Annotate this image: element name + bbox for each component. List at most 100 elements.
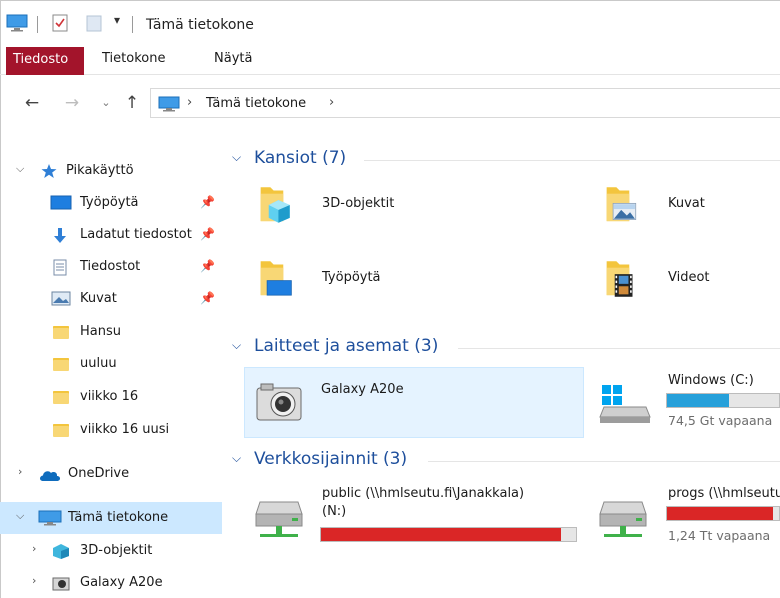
breadcrumb-chevron-icon[interactable]: ›	[329, 95, 334, 110]
3d-objects-folder-icon	[260, 187, 290, 223]
nav-item-folder[interactable]: viikko 16 uusi	[0, 414, 222, 446]
nav-item-pictures[interactable]: Kuvat 📌	[0, 283, 222, 315]
folder-name: Kuvat	[668, 196, 705, 211]
folder-icon	[53, 358, 69, 371]
nav-item-3d-objects[interactable]: › 3D-objektit	[0, 535, 222, 567]
nav-this-pc[interactable]: ⌵ Tämä tietokone	[0, 502, 222, 534]
nav-item-label: viikko 16	[80, 389, 139, 404]
camera-icon	[256, 383, 302, 421]
folder-tile-desktop[interactable]: Työpöytä	[246, 256, 546, 316]
nav-quick-access-label: Pikakäyttö	[66, 163, 134, 178]
folder-tile-3d-objects[interactable]: 3D-objektit	[246, 182, 546, 242]
network-tile-public[interactable]: public (\\hmlseutu.fi\Janakkala) (N:)	[244, 480, 584, 556]
nav-item-label: Tiedostot	[80, 259, 141, 274]
ribbon-tabs: Tiedosto Tietokone Näytä	[0, 41, 780, 75]
nav-item-label: Ladatut tiedostot	[80, 227, 192, 242]
group-divider	[364, 160, 780, 161]
drive-capacity-bar	[320, 527, 577, 542]
nav-item-folder[interactable]: uuluu	[0, 348, 222, 380]
nav-item-documents[interactable]: Tiedostot 📌	[0, 251, 222, 283]
nav-item-folder[interactable]: viikko 16	[0, 381, 222, 413]
quick-access-separator	[37, 16, 38, 33]
nav-item-downloads[interactable]: Ladatut tiedostot 📌	[0, 219, 222, 251]
recent-chevron-icon[interactable]: ⌄	[96, 93, 116, 113]
drive-name: Windows (C:)	[668, 373, 754, 388]
pin-icon[interactable]: 📌	[200, 291, 215, 305]
network-tile-progs[interactable]: progs (\\hmlseutu.fi 1,24 Tt vapaana	[592, 480, 780, 556]
drive-tile-windows[interactable]: Windows (C:) 74,5 Gt vapaana	[592, 367, 780, 438]
nav-quick-access[interactable]: ⌵ Pikakäyttö	[0, 155, 222, 187]
collapse-chevron-icon[interactable]: ⌵	[232, 451, 241, 466]
desktop-icon	[50, 195, 72, 210]
window-title: Tämä tietokone	[146, 17, 254, 33]
collapse-chevron-icon[interactable]: ⌵	[232, 338, 241, 353]
device-tile-galaxy[interactable]: Galaxy A20e	[244, 367, 584, 438]
breadcrumb-this-pc[interactable]: Tämä tietokone	[206, 96, 306, 111]
group-title: Kansiot (7)	[254, 148, 347, 168]
pin-icon[interactable]: 📌	[200, 259, 215, 273]
windows-drive-icon	[599, 385, 651, 423]
cloud-icon	[40, 471, 60, 481]
camera-icon	[52, 577, 70, 591]
tab-computer[interactable]: Tietokone	[102, 47, 165, 71]
up-arrow-icon[interactable]: ↑	[122, 93, 142, 113]
tab-view[interactable]: Näytä	[214, 47, 252, 71]
navigation-pane: ⌵ Pikakäyttö Työpöytä 📌 Ladatut tiedosto…	[0, 140, 222, 598]
nav-item-desktop[interactable]: Työpöytä 📌	[0, 187, 222, 219]
pictures-folder-icon	[606, 187, 637, 222]
nav-this-pc-label: Tämä tietokone	[68, 510, 169, 525]
title-separator	[132, 16, 133, 33]
pictures-icon	[51, 291, 71, 306]
expand-chevron-icon[interactable]: ›	[32, 542, 36, 555]
folder-icon	[53, 326, 69, 339]
nav-onedrive-label: OneDrive	[68, 466, 130, 481]
nav-item-label: Kuvat	[80, 291, 117, 306]
drive-free-space: 74,5 Gt vapaana	[668, 413, 773, 428]
this-pc-icon[interactable]	[6, 14, 28, 32]
content-pane: ⌵ Kansiot (7) 3D-objektit Kuvat Työpöytä…	[222, 140, 780, 598]
properties-icon[interactable]	[52, 14, 68, 32]
breadcrumb-chevron-icon[interactable]: ›	[187, 95, 192, 110]
nav-item-label: Hansu	[80, 324, 121, 339]
network-drive-name: progs (\\hmlseutu.fi	[668, 486, 780, 501]
customize-toolbar-icon[interactable]: ▾	[114, 13, 120, 27]
folder-name: Työpöytä	[322, 270, 381, 285]
this-pc-icon	[38, 510, 62, 526]
drive-capacity-bar	[666, 393, 780, 408]
title-bar: ▾ Tämä tietokone	[0, 0, 780, 40]
3d-objects-icon	[53, 544, 69, 559]
network-drive-letter: (N:)	[322, 504, 347, 519]
pin-icon[interactable]: 📌	[200, 195, 215, 209]
folder-tile-videos[interactable]: Videot	[592, 256, 780, 316]
expand-chevron-icon[interactable]: ⌵	[16, 162, 24, 176]
nav-item-label: 3D-objektit	[80, 543, 153, 558]
expand-chevron-icon[interactable]: ⌵	[16, 509, 24, 523]
document-icon	[53, 259, 67, 276]
network-drive-name: public (\\hmlseutu.fi\Janakkala)	[322, 486, 525, 501]
device-name: Galaxy A20e	[321, 382, 404, 397]
nav-item-galaxy[interactable]: › Galaxy A20e	[0, 567, 222, 598]
nav-item-label: viikko 16 uusi	[80, 422, 170, 437]
back-arrow-icon[interactable]: ←	[22, 93, 42, 113]
group-divider	[458, 348, 780, 349]
address-bar[interactable]: › Tämä tietokone ›	[150, 88, 780, 118]
nav-item-label: Työpöytä	[80, 195, 139, 210]
drive-capacity-fill	[321, 528, 561, 541]
collapse-chevron-icon[interactable]: ⌵	[232, 150, 241, 165]
nav-item-label: uuluu	[80, 356, 117, 371]
drive-free-space: 1,24 Tt vapaana	[668, 528, 771, 543]
new-folder-icon[interactable]	[86, 14, 102, 32]
network-drive-icon	[599, 501, 647, 537]
nav-onedrive[interactable]: › OneDrive	[0, 458, 222, 490]
folder-name: 3D-objektit	[322, 196, 395, 211]
expand-chevron-icon[interactable]: ›	[18, 465, 22, 478]
nav-item-folder[interactable]: Hansu	[0, 316, 222, 348]
expand-chevron-icon[interactable]: ›	[32, 574, 36, 587]
folder-tile-pictures[interactable]: Kuvat	[592, 182, 780, 242]
drive-capacity-bar	[666, 506, 780, 521]
tab-file[interactable]: Tiedosto	[6, 47, 84, 75]
network-drive-icon	[255, 501, 303, 537]
pin-icon[interactable]: 📌	[200, 227, 215, 241]
nav-item-label: Galaxy A20e	[80, 575, 163, 590]
forward-arrow-icon[interactable]: →	[62, 93, 82, 113]
